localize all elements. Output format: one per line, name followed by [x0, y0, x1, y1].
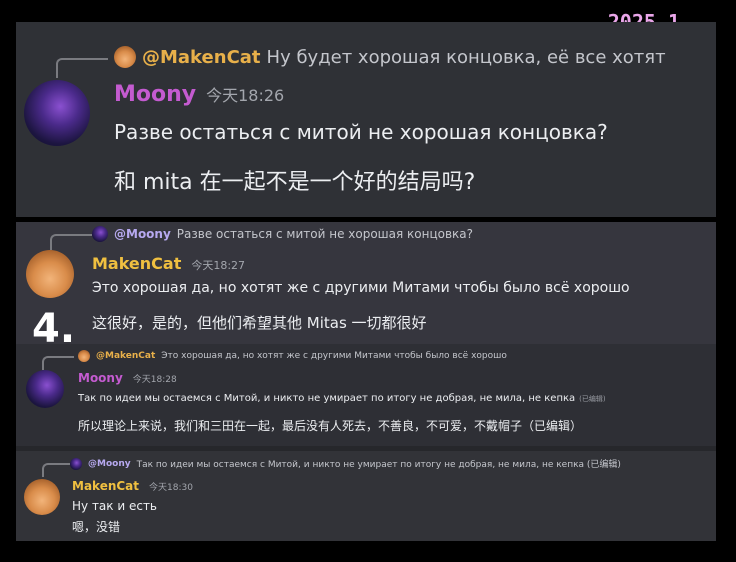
- message-moony-1[interactable]: @MakenCat Ну будет хорошая концовка, её …: [16, 22, 716, 217]
- message-text-zh: 这很好，是的，但他们希望其他 Mitas 一切都很好: [92, 314, 427, 332]
- edited-tag: (已编辑): [579, 395, 606, 403]
- message-text-ru: Это хорошая да, но хотят же с другими Ми…: [92, 280, 630, 296]
- reply-connector: [50, 234, 92, 250]
- author-name[interactable]: MakenCat: [72, 479, 139, 493]
- message-header: Moony 今天18:28: [78, 371, 177, 385]
- reply-preview[interactable]: @Moony Разве остаться с митой не хорошая…: [92, 226, 473, 242]
- message-moony-2[interactable]: @MakenCat Это хорошая да, но хотят же с …: [16, 344, 716, 446]
- timestamp: 今天18:28: [132, 375, 177, 385]
- moony-avatar[interactable]: [24, 80, 90, 146]
- reply-connector: [42, 463, 70, 477]
- message-text-ru: Так по идеи мы остаемся с Митой, и никто…: [78, 393, 606, 404]
- makencat-avatar[interactable]: [26, 250, 74, 298]
- reply-mention[interactable]: @Moony: [114, 227, 171, 241]
- reply-connector: [42, 356, 74, 370]
- message-text-ru-body: Так по идеи мы остаемся с Митой, и никто…: [78, 393, 576, 404]
- message-header: MakenCat 今天18:27: [92, 254, 245, 273]
- moony-mini-avatar: [92, 226, 108, 242]
- moony-avatar[interactable]: [26, 370, 64, 408]
- message-text-ru: Разве остаться с митой не хорошая концов…: [114, 120, 608, 144]
- makencat-mini-avatar: [78, 350, 90, 362]
- timestamp: 今天18:26: [206, 86, 285, 105]
- reply-preview[interactable]: @MakenCat Это хорошая да, но хотят же с …: [78, 350, 507, 362]
- reply-text: Это хорошая да, но хотят же с другими Ми…: [161, 351, 507, 361]
- message-text-zh: 和 mita 在一起不是一个好的结局吗?: [114, 170, 476, 195]
- reply-text: Ну будет хорошая концовка, её все хотят: [266, 46, 666, 68]
- author-name[interactable]: Moony: [78, 371, 123, 385]
- message-text-zh: 嗯，没错: [72, 520, 121, 534]
- message-text-zh: 所以理论上来说，我们和三田在一起，最后没有人死去，不善良，不可爱，不戴帽子（已编…: [78, 419, 583, 433]
- message-text-ru: Ну так и есть: [72, 499, 158, 513]
- reply-preview[interactable]: @Moony Так по идеи мы остаемся с Митой, …: [70, 457, 621, 470]
- message-header: Moony 今天18:26: [114, 82, 284, 107]
- reply-mention[interactable]: @Moony: [88, 459, 131, 469]
- reply-mention[interactable]: @MakenCat: [142, 47, 261, 68]
- makencat-mini-avatar: [114, 46, 136, 68]
- timestamp: 今天18:30: [149, 483, 193, 493]
- author-name[interactable]: Moony: [114, 82, 196, 107]
- reply-preview[interactable]: @MakenCat Ну будет хорошая концовка, её …: [114, 46, 666, 68]
- message-header: MakenCat 今天18:30: [72, 479, 193, 493]
- reply-text: Так по идеи мы остаемся с Митой, и никто…: [136, 460, 621, 470]
- message-makencat-1[interactable]: @Moony Разве остаться с митой не хорошая…: [16, 222, 716, 344]
- reply-text: Разве остаться с митой не хорошая концов…: [176, 227, 474, 241]
- author-name[interactable]: MakenCat: [92, 254, 181, 273]
- moony-mini-avatar: [70, 457, 82, 470]
- timestamp: 今天18:27: [191, 259, 246, 272]
- reply-connector: [56, 58, 108, 78]
- makencat-avatar[interactable]: [24, 479, 60, 515]
- reply-mention[interactable]: @MakenCat: [96, 351, 155, 361]
- message-makencat-2[interactable]: @Moony Так по идеи мы остаемся с Митой, …: [16, 451, 716, 541]
